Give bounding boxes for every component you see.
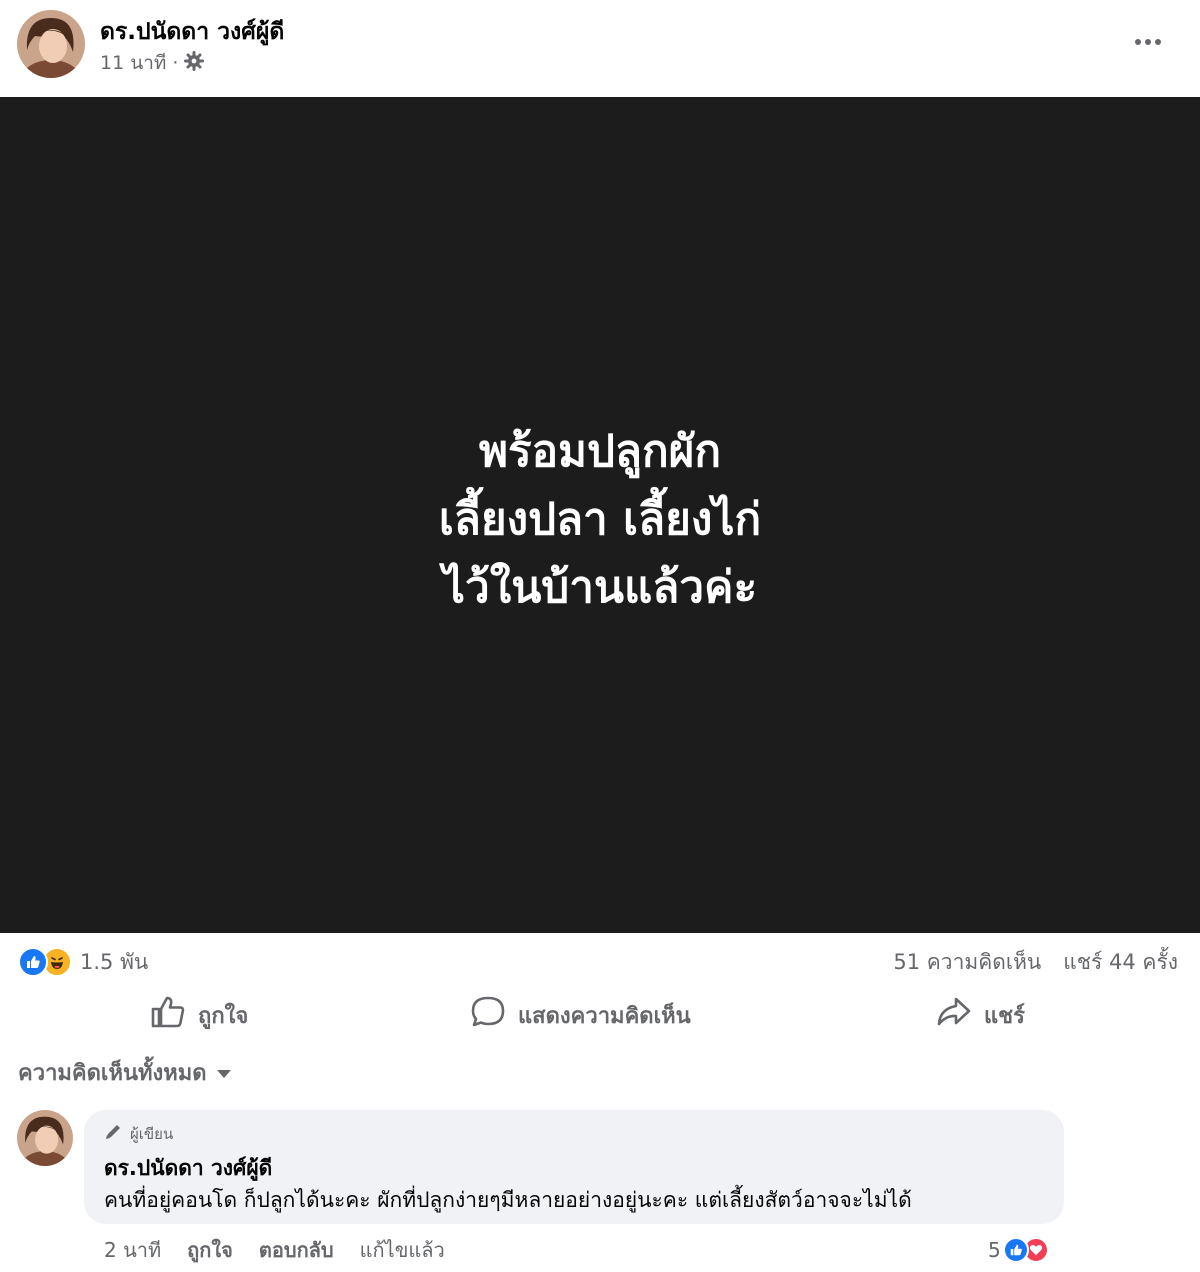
like-icon — [18, 947, 48, 977]
post-header: ดร.ปนัดดา วงศ์ผู้ดี 11 นาที · — [0, 0, 1200, 97]
media-text-line: ไว้ในบ้านแล้วค่ะ — [442, 562, 758, 613]
more-dot — [1145, 39, 1151, 45]
action-bar: ถูกใจ แสดงความคิดเห็น แชร์ — [0, 988, 1200, 1042]
post-author-name[interactable]: ดร.ปนัดดา วงศ์ผู้ดี — [100, 14, 284, 50]
more-dot — [1135, 39, 1141, 45]
reaction-summary[interactable]: 1.5 พัน — [18, 944, 148, 980]
gear-icon[interactable] — [184, 50, 205, 76]
post-stats: 51 ความคิดเห็น แชร์ 44 ครั้ง — [893, 946, 1178, 979]
post-meta: 11 นาที · — [100, 48, 205, 78]
post-time[interactable]: 11 นาที — [100, 48, 166, 78]
media-text: พร้อมปลูกผัก เลี้ยงปลา เลี้ยงไก่ ไว้ในบ้… — [0, 418, 1200, 622]
author-avatar[interactable] — [17, 10, 85, 78]
share-arrow-icon — [936, 995, 972, 1035]
thumbs-up-icon — [150, 995, 186, 1035]
media-text-line: พร้อมปลูกผัก — [478, 426, 722, 477]
share-count[interactable]: แชร์ 44 ครั้ง — [1063, 946, 1178, 979]
reaction-count: 1.5 พัน — [80, 949, 149, 974]
comment-button-label: แสดงความคิดเห็น — [518, 1003, 691, 1029]
more-options-button[interactable] — [1128, 30, 1168, 54]
comment-reaction-count: 5 — [988, 1238, 1001, 1262]
caret-down-icon — [216, 1070, 231, 1078]
comment-author-avatar[interactable] — [17, 1110, 73, 1166]
comment-text: คนที่อยู่คอนโด ก็ปลูกได้นะคะ ผักที่ปลูกง… — [104, 1188, 912, 1212]
comment-time[interactable]: 2 นาที — [104, 1234, 161, 1266]
comment-like-button[interactable]: ถูกใจ — [187, 1234, 233, 1266]
comment-bubble-icon — [470, 995, 506, 1035]
comment-reactions[interactable]: 5 — [988, 1234, 1049, 1266]
comment-filter-dropdown[interactable]: ความคิดเห็นทั้งหมด — [18, 1054, 231, 1090]
pencil-icon — [104, 1123, 124, 1145]
comment-reply-button[interactable]: ตอบกลับ — [259, 1234, 334, 1266]
share-button-label: แชร์ — [984, 1003, 1025, 1029]
author-badge-label: ผู้เขียน — [130, 1125, 174, 1143]
comment-count[interactable]: 51 ความคิดเห็น — [893, 946, 1041, 979]
more-dot — [1155, 39, 1161, 45]
comment-button[interactable]: แสดงความคิดเห็น — [470, 988, 691, 1042]
share-button[interactable]: แชร์ — [936, 988, 1025, 1042]
like-icon — [1002, 1237, 1029, 1263]
post-media[interactable]: พร้อมปลูกผัก เลี้ยงปลา เลี้ยงไก่ ไว้ในบ้… — [0, 97, 1200, 933]
comment-filter-label: ความคิดเห็นทั้งหมด — [18, 1060, 207, 1086]
like-button[interactable]: ถูกใจ — [150, 988, 248, 1042]
comment-bubble: ผู้เขียน ดร.ปนัดดา วงศ์ผู้ดี คนที่อยู่คอ… — [84, 1110, 1064, 1224]
media-text-line: เลี้ยงปลา เลี้ยงไก่ — [438, 494, 762, 545]
comment-actions: 2 นาที ถูกใจ ตอบกลับ แก้ไขแล้ว — [104, 1234, 471, 1266]
author-badge: ผู้เขียน — [104, 1122, 173, 1146]
like-button-label: ถูกใจ — [198, 1003, 249, 1029]
meta-separator: · — [172, 52, 179, 74]
comment-author-name[interactable]: ดร.ปนัดดา วงศ์ผู้ดี — [104, 1152, 272, 1185]
comment-edited-label[interactable]: แก้ไขแล้ว — [360, 1234, 445, 1266]
